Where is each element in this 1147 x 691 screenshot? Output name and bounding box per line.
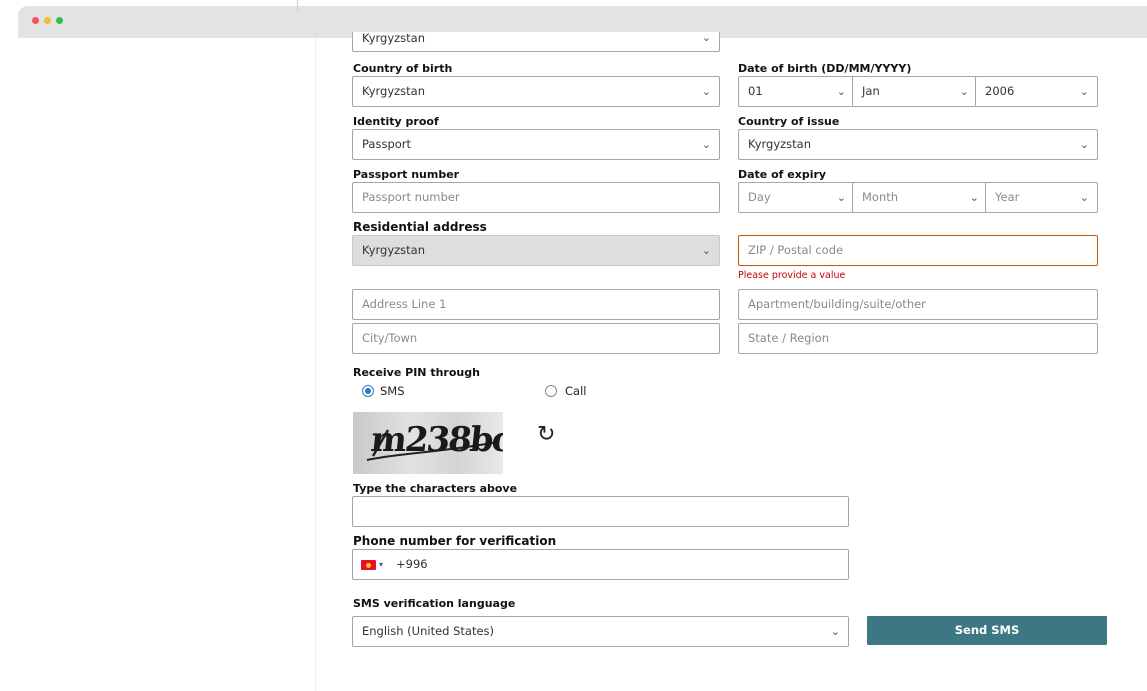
chevron-down-icon: ⌄ (830, 625, 840, 638)
chevron-down-icon: ⌄ (701, 32, 711, 44)
phone-label: Phone number for verification (353, 534, 557, 548)
kyrgyzstan-flag-icon[interactable] (361, 560, 376, 570)
dob-day-value: 01 (748, 84, 763, 98)
passport-number-label: Passport number (353, 168, 460, 181)
address-line1-input[interactable]: Address Line 1 (352, 289, 720, 320)
chevron-down-icon: ⌄ (701, 138, 711, 151)
country-of-issue-select[interactable]: Kyrgyzstan ⌄ (738, 129, 1098, 160)
sms-language-label: SMS verification language (353, 597, 516, 610)
apartment-input[interactable]: Apartment/building/suite/other (738, 289, 1098, 320)
chevron-down-icon: ⌄ (1079, 191, 1089, 204)
receive-pin-label: Receive PIN through (353, 366, 480, 379)
chevron-down-icon: ⌄ (969, 191, 979, 204)
sms-language-value: English (United States) (362, 624, 495, 638)
window-maximize-button[interactable] (56, 17, 63, 24)
captcha-text: m238bc (368, 420, 503, 460)
window-minimize-button[interactable] (44, 17, 51, 24)
country-of-birth-value: Kyrgyzstan (362, 84, 426, 98)
country-of-issue-value: Kyrgyzstan (748, 137, 812, 151)
sms-radio[interactable] (362, 385, 374, 397)
send-sms-button[interactable]: Send SMS (867, 616, 1107, 645)
chevron-down-icon: ⌄ (836, 85, 846, 98)
residential-address-label: Residential address (353, 220, 487, 234)
residential-country-value: Kyrgyzstan (362, 243, 426, 257)
expiry-year-value: Year (995, 190, 1020, 204)
chevron-down-icon: ⌄ (701, 85, 711, 98)
zip-code-input[interactable]: ZIP / Postal code (738, 235, 1098, 266)
refresh-icon[interactable]: ↻ (537, 422, 555, 447)
expiry-month-select[interactable]: Month ⌄ (852, 182, 988, 213)
identity-proof-label: Identity proof (353, 115, 439, 128)
identity-proof-value: Passport (362, 137, 412, 151)
captcha-image: m238bc (353, 412, 503, 474)
passport-number-input[interactable]: Passport number (352, 182, 720, 213)
chevron-down-icon: ⌄ (1079, 85, 1089, 98)
registration-form: Kyrgyzstan ⌄ Country of birth Kyrgyzstan… (315, 32, 1147, 691)
nationality-value: Kyrgyzstan (362, 32, 426, 45)
expiry-day-value: Day (748, 190, 771, 204)
dob-year-value: 2006 (985, 84, 1015, 98)
phone-input[interactable]: ▾ +996 (352, 549, 849, 580)
call-radio[interactable] (545, 385, 557, 397)
zip-error-message: Please provide a value (738, 270, 846, 281)
phone-country-code: +996 (396, 557, 428, 571)
dob-month-value: Jan (862, 84, 880, 98)
call-radio-label[interactable]: Call (565, 384, 586, 398)
captcha-input-label: Type the characters above (353, 482, 518, 495)
identity-proof-select[interactable]: Passport ⌄ (352, 129, 720, 160)
date-of-birth-label: Date of birth (DD/MM/YYYY) (738, 62, 912, 75)
date-of-expiry-label: Date of expiry (738, 168, 827, 181)
expiry-month-value: Month (862, 190, 899, 204)
nationality-select[interactable]: Kyrgyzstan ⌄ (352, 32, 720, 52)
country-of-birth-select[interactable]: Kyrgyzstan ⌄ (352, 76, 720, 107)
dob-day-select[interactable]: 01 ⌄ (738, 76, 855, 107)
residential-country-select[interactable]: Kyrgyzstan ⌄ (352, 235, 720, 266)
chevron-down-icon: ⌄ (1079, 138, 1089, 151)
sms-radio-label[interactable]: SMS (380, 384, 405, 398)
chevron-down-icon[interactable]: ▾ (379, 550, 383, 579)
state-input[interactable]: State / Region (738, 323, 1098, 354)
dob-month-select[interactable]: Jan ⌄ (852, 76, 978, 107)
expiry-day-select[interactable]: Day ⌄ (738, 182, 855, 213)
captcha-input[interactable] (352, 496, 849, 527)
divider (297, 0, 298, 12)
chevron-down-icon: ⌄ (836, 191, 846, 204)
dob-year-select[interactable]: 2006 ⌄ (975, 76, 1098, 107)
country-of-issue-label: Country of issue (738, 115, 840, 128)
city-input[interactable]: City/Town (352, 323, 720, 354)
expiry-year-select[interactable]: Year ⌄ (985, 182, 1098, 213)
chevron-down-icon: ⌄ (959, 85, 969, 98)
window-close-button[interactable] (32, 17, 39, 24)
country-of-birth-label: Country of birth (353, 62, 453, 75)
sms-language-select[interactable]: English (United States) ⌄ (352, 616, 849, 647)
chevron-down-icon: ⌄ (701, 244, 711, 257)
